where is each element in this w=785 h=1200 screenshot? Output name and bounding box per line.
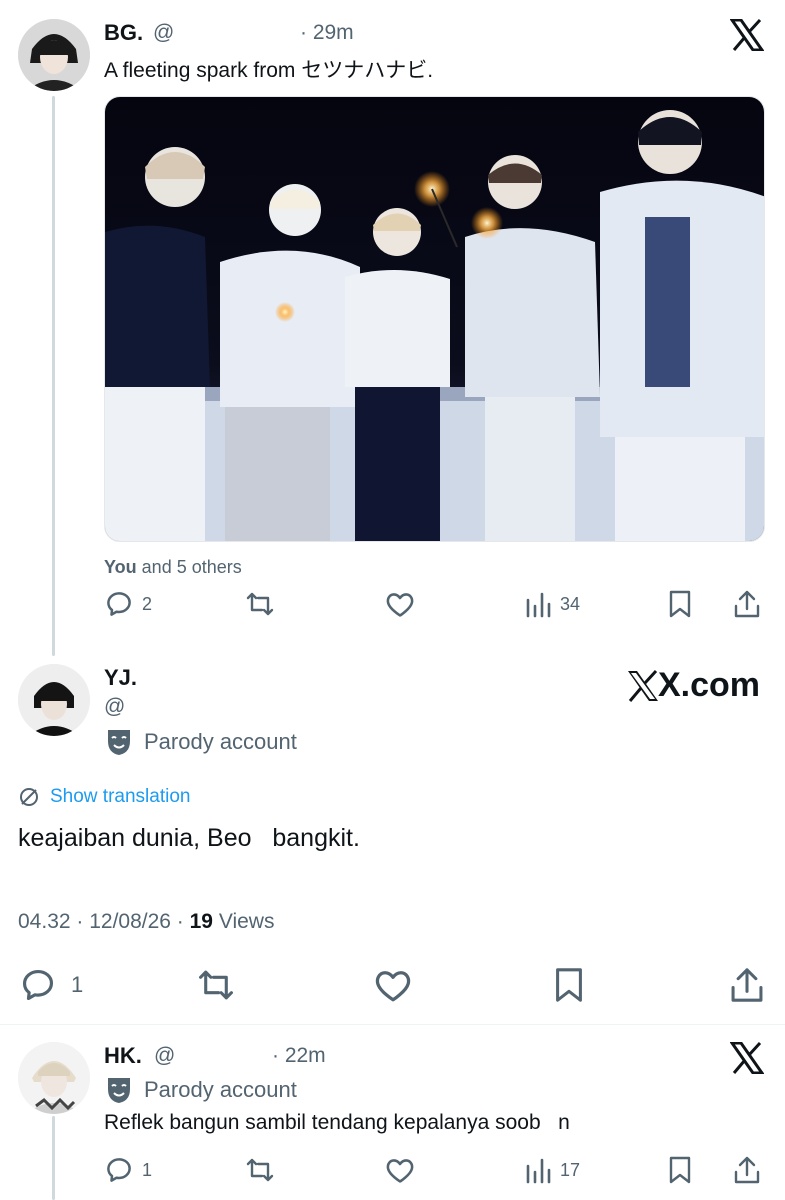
- avatar-bg[interactable]: [18, 19, 90, 91]
- avatar-yj-portrait: [18, 664, 90, 736]
- like-icon: [386, 593, 414, 617]
- post-image[interactable]: [104, 96, 765, 542]
- author-handle[interactable]: @: [154, 1044, 175, 1068]
- post-text: Reflek bangun sambil tendang kepalanya s…: [104, 1111, 570, 1134]
- repost-button[interactable]: [195, 967, 237, 1003]
- x-logo: [730, 1042, 764, 1074]
- share-button[interactable]: [733, 589, 761, 619]
- author-handle[interactable]: @: [104, 695, 125, 719]
- likes-others: and 5 others: [136, 557, 242, 577]
- bookmark-icon: [556, 968, 582, 1002]
- like-button[interactable]: [384, 590, 416, 618]
- author-name[interactable]: YJ.: [104, 665, 137, 691]
- share-icon: [731, 968, 763, 1002]
- watermark-text: X.com: [658, 666, 761, 704]
- post-meta: 04.32 · 12/08/26 · 19 Views: [18, 910, 274, 934]
- avatar-yj[interactable]: [18, 664, 90, 736]
- reply-icon: [107, 592, 131, 616]
- repost-icon: [246, 1158, 274, 1182]
- translate-icon: [20, 788, 38, 806]
- reply-count: 2: [142, 593, 153, 614]
- views-icon: [526, 592, 551, 618]
- like-button[interactable]: [384, 1156, 416, 1184]
- parody-label: Parody account: [144, 729, 297, 754]
- views-count: 34: [560, 593, 581, 614]
- bookmark-button[interactable]: [667, 589, 693, 619]
- reply-button[interactable]: 1: [104, 1155, 152, 1185]
- likes-line[interactable]: You and 5 others: [104, 557, 242, 578]
- repost-icon: [246, 592, 274, 616]
- show-translation-link[interactable]: Show translation: [18, 786, 190, 808]
- author-handle[interactable]: @: [153, 21, 174, 45]
- views-count: 19: [189, 910, 213, 933]
- reply-icon: [22, 969, 54, 1001]
- avatar-bg-portrait: [18, 19, 90, 91]
- post-text: A fleeting spark from セツナハナビ.: [104, 59, 434, 82]
- reply-button[interactable]: 1: [19, 966, 83, 1004]
- post-time[interactable]: · 22m: [272, 1044, 326, 1068]
- views-button[interactable]: 17: [524, 1156, 580, 1184]
- x-com-watermark: X.com: [626, 666, 760, 705]
- reply-icon: [107, 1158, 131, 1182]
- avatar-hk-portrait: [18, 1042, 90, 1114]
- like-icon: [375, 971, 411, 1002]
- author-name[interactable]: BG.: [104, 20, 143, 46]
- views-icon: [526, 1158, 551, 1184]
- views-label: Views: [212, 910, 275, 933]
- avatar-hk[interactable]: [18, 1042, 90, 1114]
- x-logo: [730, 19, 764, 51]
- reply-count: 1: [142, 1159, 153, 1180]
- bookmark-button[interactable]: [667, 1155, 693, 1185]
- post-datetime[interactable]: 04.32 · 12/08/26 ·: [18, 910, 190, 933]
- share-icon: [734, 1156, 760, 1184]
- share-icon: [734, 590, 760, 618]
- bookmark-icon: [669, 590, 691, 618]
- x-logo: [628, 669, 658, 702]
- reply-count: 1: [71, 972, 84, 997]
- reply-button[interactable]: 2: [104, 589, 152, 619]
- bookmark-button[interactable]: [552, 966, 586, 1004]
- bookmark-icon: [669, 1156, 691, 1184]
- thread-line: [52, 1116, 55, 1200]
- share-button[interactable]: [729, 966, 765, 1004]
- views-count: 17: [560, 1159, 581, 1180]
- thread-line: [52, 96, 55, 656]
- views-button[interactable]: 34: [524, 590, 580, 618]
- like-icon: [386, 1159, 414, 1183]
- share-button[interactable]: [733, 1155, 761, 1185]
- divider: [0, 1024, 785, 1025]
- parody-badge: Parody account: [106, 1076, 297, 1104]
- parody-label: Parody account: [144, 1077, 297, 1102]
- parody-mask-icon: [108, 730, 130, 755]
- like-button[interactable]: [372, 967, 414, 1003]
- repost-button[interactable]: [244, 1156, 276, 1184]
- likes-you: You: [104, 557, 137, 577]
- author-name[interactable]: HK.: [104, 1043, 142, 1069]
- parody-mask-icon: [108, 1078, 130, 1103]
- repost-button[interactable]: [244, 590, 276, 618]
- show-translation-label[interactable]: Show translation: [50, 786, 190, 808]
- post-time[interactable]: · 29m: [300, 21, 354, 45]
- repost-icon: [199, 970, 233, 1000]
- parody-badge: Parody account: [106, 728, 297, 756]
- post-text: keajaiban dunia, Beo bangkit.: [18, 824, 360, 852]
- group-photo-illustration: [105, 97, 764, 541]
